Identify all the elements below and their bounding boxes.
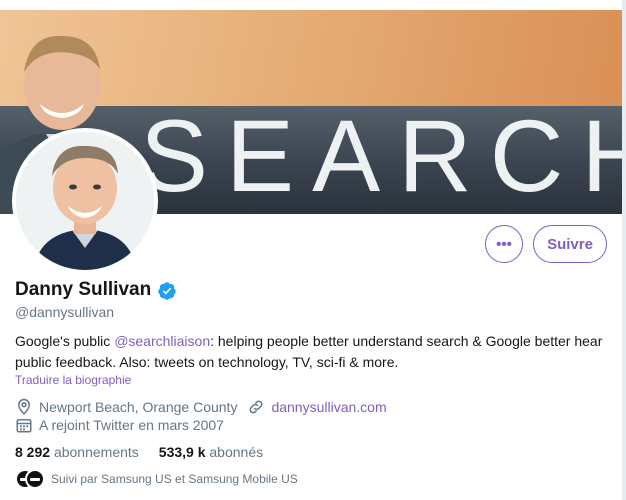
follow-stats: 8 292 abonnements 533,9 k abonnés bbox=[15, 444, 283, 460]
more-options-button[interactable]: ••• bbox=[485, 225, 523, 263]
bio-text-start: Google's public bbox=[15, 333, 115, 349]
user-handle: @dannysullivan bbox=[15, 304, 115, 320]
followed-by-avatars bbox=[15, 469, 45, 489]
link-icon bbox=[250, 400, 263, 414]
location-pin-icon bbox=[17, 398, 31, 415]
more-icon: ••• bbox=[496, 235, 512, 253]
display-name: Danny Sullivan bbox=[15, 279, 152, 300]
followed-by-text: Suivi par Samsung US et Samsung Mobile U… bbox=[51, 472, 298, 486]
banner-sign-text: SEARCH bbox=[140, 99, 622, 213]
followers-label: abonnés bbox=[209, 444, 264, 460]
profile-header: SEARCH ••• Suivre Danny Sullivan @dannys… bbox=[0, 0, 626, 500]
avatar[interactable] bbox=[16, 132, 154, 270]
translate-bio-link[interactable]: Traduire la biographie bbox=[15, 373, 131, 387]
followers-stat-link[interactable]: 533,9 k abonnés bbox=[159, 444, 263, 460]
profile-bio: Google's public @searchliaison: helping … bbox=[15, 331, 615, 373]
joined-date-text: A rejoint Twitter en mars 2007 bbox=[39, 417, 224, 433]
followers-count: 533,9 k bbox=[158, 444, 206, 460]
followed-by-row[interactable]: Suivi par Samsung US et Samsung Mobile U… bbox=[15, 469, 298, 489]
following-count: 8 292 bbox=[15, 444, 51, 460]
following-label: abonnements bbox=[53, 444, 139, 460]
bio-mention-link[interactable]: @searchliaison bbox=[114, 333, 210, 349]
follow-button[interactable]: Suivre bbox=[533, 225, 607, 263]
verified-badge-icon bbox=[158, 282, 176, 300]
location-text: Newport Beach, Orange County bbox=[39, 399, 238, 415]
website-link[interactable]: dannysullivan.com bbox=[271, 399, 386, 415]
column-border bbox=[622, 0, 626, 500]
avatar-photo bbox=[16, 132, 154, 270]
profile-meta-joined-row: A rejoint Twitter en mars 2007 bbox=[15, 416, 224, 434]
samsung-mobile-us-avatar bbox=[25, 469, 45, 489]
following-stat-link[interactable]: 8 292 abonnements bbox=[15, 444, 139, 460]
calendar-icon bbox=[16, 419, 32, 433]
profile-meta-location-row: Newport Beach, Orange County dannysulliv… bbox=[15, 398, 387, 416]
